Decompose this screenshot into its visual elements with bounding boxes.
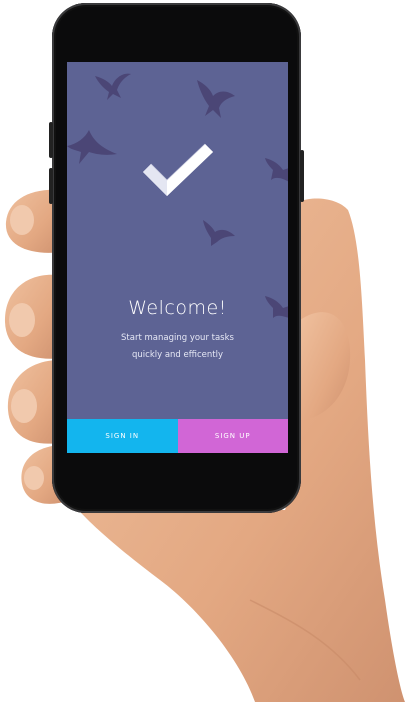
subtitle-line: quickly and efficently: [132, 350, 223, 360]
power-button: [300, 150, 304, 202]
bird-icon: [203, 220, 235, 246]
bird-icon: [197, 80, 235, 118]
bird-icon: [265, 158, 288, 182]
sign-in-button[interactable]: SIGN IN: [67, 419, 178, 453]
welcome-title: Welcome!: [128, 297, 227, 319]
sign-up-button[interactable]: SIGN UP: [177, 419, 288, 453]
volume-button: [49, 122, 53, 158]
bird-icon: [95, 73, 131, 100]
welcome-subtitle: Start managing your tasks quickly and ef…: [67, 330, 288, 364]
subtitle-line: Start managing your tasks: [121, 333, 234, 343]
volume-button: [49, 168, 53, 204]
app-screen: Welcome! Start managing your tasks quick…: [67, 62, 288, 453]
bird-icon: [67, 130, 117, 164]
checkmark-icon: [143, 143, 213, 196]
